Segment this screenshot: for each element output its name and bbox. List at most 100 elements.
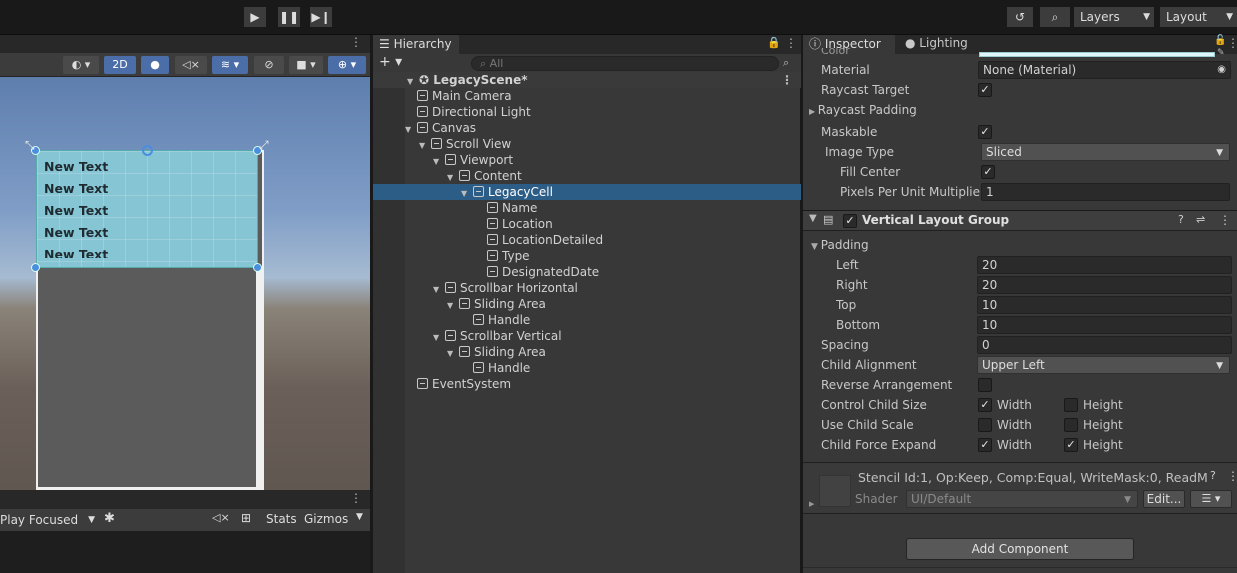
hierarchy-item[interactable]: ▼ Viewport — [373, 152, 801, 168]
hierarchy-item[interactable]: Handle — [373, 312, 801, 328]
hierarchy-item-label: DesignatedDate — [502, 265, 600, 279]
ppu-field[interactable]: 1 — [981, 183, 1230, 201]
raycast-padding-foldout[interactable]: ▶ Raycast Padding — [809, 103, 917, 117]
component-enabled-checkbox[interactable] — [843, 214, 857, 228]
lock-icon[interactable]: 🔒 — [767, 36, 781, 49]
audio-mute-icon[interactable]: ◁× — [212, 511, 230, 524]
ucs-height-checkbox[interactable] — [1064, 418, 1078, 432]
hierarchy-item[interactable]: ▼ Scrollbar Horizontal — [373, 280, 801, 296]
pause-button[interactable]: ❚❚ — [278, 7, 300, 27]
bug-icon[interactable]: ✱ — [104, 511, 115, 526]
add-object-button[interactable]: + ▾ — [379, 54, 402, 70]
preset-icon[interactable]: ⇌ — [1196, 213, 1205, 226]
visibility-toggle[interactable]: ⊘ — [254, 56, 284, 74]
hierarchy-item[interactable]: Type — [373, 248, 801, 264]
hierarchy-item[interactable]: ▼ Scroll View — [373, 136, 801, 152]
layers-dropdown[interactable]: Layers ▼ — [1074, 7, 1154, 27]
add-component-button[interactable]: Add Component — [906, 538, 1134, 560]
child-alignment-dropdown[interactable]: Upper Left ▼ — [977, 356, 1230, 374]
chevron-down-icon[interactable]: ▼ — [356, 512, 363, 522]
more-menu-icon[interactable]: ⋮ — [1227, 36, 1237, 50]
more-menu-icon[interactable]: ⋮ — [785, 36, 797, 50]
anchor-icon[interactable]: ⤢ — [259, 138, 269, 153]
anchor-icon[interactable]: ⤡ — [25, 138, 35, 153]
hierarchy-item[interactable]: Handle — [373, 360, 801, 376]
lighting-toggle[interactable]: ● — [141, 56, 169, 74]
image-type-dropdown[interactable]: Sliced ▼ — [981, 143, 1230, 161]
spacing-field[interactable]: 0 — [977, 336, 1232, 354]
hierarchy-item[interactable]: Main Camera — [373, 88, 801, 104]
hierarchy-item-label: Name — [502, 201, 538, 215]
material-field[interactable]: None (Material) ◉ — [978, 61, 1231, 79]
help-icon[interactable]: ? — [1178, 213, 1184, 226]
stats-button[interactable]: Stats — [266, 512, 297, 526]
padding-left-field[interactable]: 20 — [977, 256, 1232, 274]
cfe-height-checkbox[interactable] — [1064, 438, 1078, 452]
hierarchy-item[interactable]: ▼ Sliding Area — [373, 296, 801, 312]
padding-right-field[interactable]: 20 — [977, 276, 1232, 294]
help-icon[interactable]: ? — [1210, 469, 1216, 482]
scene-viewport[interactable]: New Text New Text New Text New Text New … — [0, 77, 370, 522]
hierarchy-item[interactable]: Location — [373, 216, 801, 232]
hierarchy-item[interactable]: Name — [373, 200, 801, 216]
hierarchy-item[interactable]: ▼ Sliding Area — [373, 344, 801, 360]
hierarchy-item[interactable]: ▼ LegacyCell — [373, 184, 801, 200]
shader-options-button[interactable]: ☰ ▾ — [1190, 490, 1232, 508]
color-swatch[interactable] — [979, 52, 1215, 57]
chevron-right-icon[interactable]: ▶ — [809, 500, 814, 508]
edit-shader-button[interactable]: Edit... — [1143, 490, 1185, 508]
camera-dropdown[interactable]: ■ ▾ — [289, 56, 323, 74]
width-label: Width — [997, 418, 1032, 432]
ucs-width-checkbox[interactable] — [978, 418, 992, 432]
resize-handle[interactable] — [31, 263, 40, 272]
cfe-width-checkbox[interactable] — [978, 438, 992, 452]
padding-top-field[interactable]: 10 — [977, 296, 1232, 314]
scene-search-icon[interactable]: ⌕ — [783, 56, 789, 70]
more-menu-icon[interactable]: ⋮ — [781, 72, 793, 88]
step-button[interactable]: ▶❙ — [310, 7, 332, 27]
pivot-handle[interactable] — [142, 145, 153, 156]
hierarchy-item[interactable]: LocationDetailed — [373, 232, 801, 248]
grid-icon[interactable]: ⊞ — [241, 511, 251, 525]
ccs-height-checkbox[interactable] — [1064, 398, 1078, 412]
lock-icon[interactable]: 🔓 — [1214, 35, 1226, 46]
hierarchy-item[interactable]: ▼ Canvas — [373, 120, 801, 136]
tab-hierarchy[interactable]: ☰ Hierarchy — [373, 35, 459, 54]
layout-dropdown[interactable]: Layout ▼ — [1160, 7, 1237, 27]
padding-bottom-field[interactable]: 10 — [977, 316, 1232, 334]
maskable-checkbox[interactable] — [978, 125, 992, 139]
padding-foldout[interactable]: ▼ Padding — [811, 238, 869, 252]
raycast-target-checkbox[interactable] — [978, 83, 992, 97]
search-button[interactable]: ⌕ — [1040, 7, 1070, 27]
history-button[interactable]: ↺ — [1007, 7, 1033, 27]
play-focus-dropdown[interactable]: Play Focused ▼ — [0, 511, 98, 529]
more-menu-icon[interactable]: ⋮ — [350, 491, 362, 505]
gizmos-button[interactable]: Gizmos — [304, 512, 348, 526]
hierarchy-item[interactable]: ▼ Scrollbar Vertical — [373, 328, 801, 344]
hierarchy-item[interactable]: Directional Light — [373, 104, 801, 120]
ccs-width-checkbox[interactable] — [978, 398, 992, 412]
mode-2d-button[interactable]: 2D — [104, 56, 136, 74]
play-button[interactable]: ▶ — [244, 7, 266, 27]
effects-dropdown[interactable]: ≋ ▾ — [212, 56, 248, 74]
hierarchy-item[interactable]: DesignatedDate — [373, 264, 801, 280]
resize-handle[interactable] — [253, 263, 262, 272]
tab-lighting[interactable]: ● Lighting — [905, 36, 968, 50]
more-menu-icon[interactable]: ⋮ — [350, 35, 362, 49]
fill-center-checkbox[interactable] — [981, 165, 995, 179]
eyedropper-icon[interactable]: ✎ — [1217, 48, 1225, 58]
hierarchy-item[interactable]: EventSystem — [373, 376, 801, 392]
shading-mode-button[interactable]: ◐ ▾ — [63, 56, 99, 74]
more-menu-icon[interactable]: ⋮ — [1227, 469, 1237, 483]
scene-row[interactable]: ▼ ✪ LegacyScene* ⋮ — [373, 72, 801, 88]
audio-toggle[interactable]: ◁× — [175, 56, 207, 74]
vertical-layout-group-header[interactable]: ▼ ▤ Vertical Layout Group ? ⇌ ⋮ — [803, 210, 1237, 231]
height-label: Height — [1083, 438, 1123, 452]
more-menu-icon[interactable]: ⋮ — [1219, 213, 1231, 227]
hierarchy-item[interactable]: ▼ Content — [373, 168, 801, 184]
shader-dropdown[interactable]: UI/Default ▼ — [906, 490, 1138, 508]
gizmos-dropdown[interactable]: ⊕ ▾ — [328, 56, 366, 74]
reverse-arrangement-checkbox[interactable] — [978, 378, 992, 392]
material-label: Material — [821, 63, 870, 77]
hierarchy-search-input[interactable]: ⌕ All — [471, 56, 779, 71]
